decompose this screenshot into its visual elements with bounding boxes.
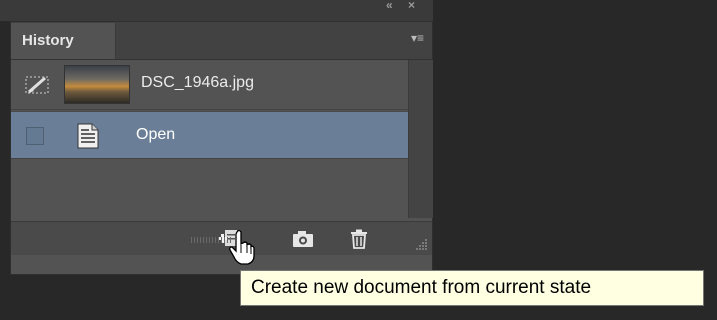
resize-grip-icon[interactable] [414,237,428,251]
history-state-checkbox[interactable] [26,127,44,145]
history-state-label: Open [136,126,176,143]
hand-cursor-icon [229,229,255,265]
history-scrollbar[interactable] [408,60,433,218]
panel-resize-handle[interactable] [191,237,231,243]
panel-controls: « × [384,0,430,16]
close-icon[interactable]: × [408,0,415,12]
camera-icon[interactable] [291,228,315,250]
history-brush-icon[interactable] [25,74,51,96]
panel-tab-bar: History ▾≡ [11,22,432,60]
history-state-row[interactable]: Open [11,111,408,159]
snapshot-name: DSC_1946a.jpg [141,74,254,91]
panel-menu-icon[interactable]: ▾≡ [406,31,424,45]
snapshot-row[interactable]: DSC_1946a.jpg [11,60,408,110]
tab-history[interactable]: History [11,23,116,59]
history-list: DSC_1946a.jpg Open [11,60,408,218]
panel-dock-strip: « × [0,0,433,22]
collapse-icon[interactable]: « [386,0,393,12]
trash-icon[interactable] [347,228,371,250]
snapshot-thumbnail [64,65,130,104]
document-icon [77,123,99,149]
tooltip: Create new document from current state [240,270,704,306]
